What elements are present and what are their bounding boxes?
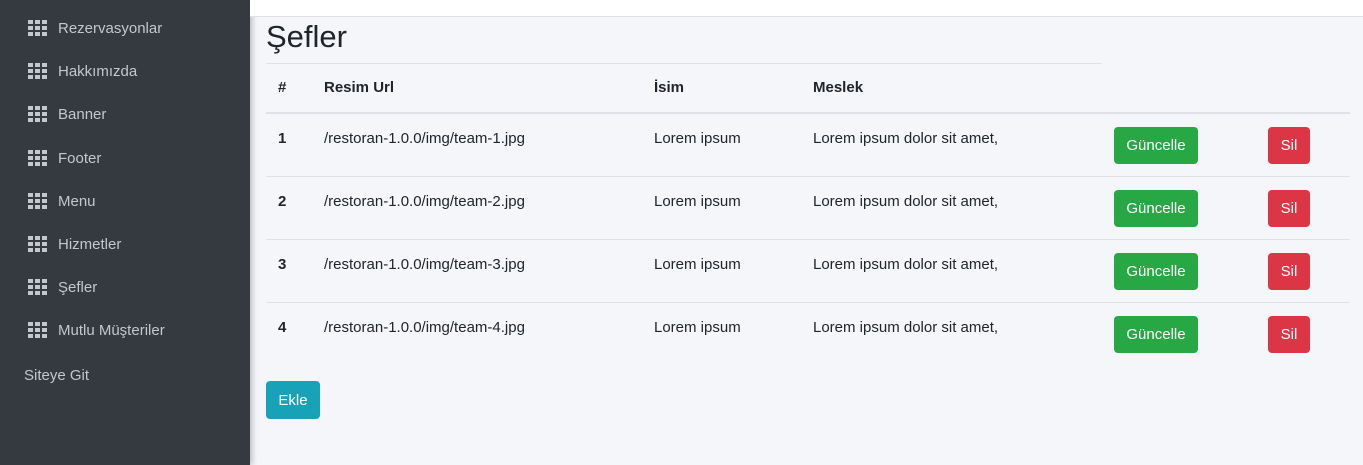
sidebar-item-label: Hizmetler <box>58 235 122 253</box>
row-number: 4 <box>278 319 287 336</box>
row-number: 3 <box>278 256 287 273</box>
top-navbar <box>250 0 1363 17</box>
grid-icon <box>28 149 47 167</box>
sidebar-item-label: Mutlu Müşteriler <box>58 321 165 339</box>
sidebar-item-label: Menu <box>58 192 96 210</box>
image-url-cell: /restoran-1.0.0/img/team-1.jpg <box>324 130 525 147</box>
name-cell: Lorem ipsum <box>654 130 741 147</box>
column-header-image-url: Resim Url <box>324 79 395 96</box>
sidebar: Rezervasyonlar Hakkımızda Banner Footer … <box>0 0 250 465</box>
sidebar-item-banner[interactable]: Banner <box>28 99 106 129</box>
delete-button[interactable]: Sil <box>1268 253 1310 290</box>
job-cell: Lorem ipsum dolor sit amet, <box>813 319 999 336</box>
job-cell: Lorem ipsum dolor sit amet, <box>813 130 999 147</box>
grid-icon <box>28 235 47 253</box>
sidebar-item-label: Şefler <box>58 278 98 296</box>
grid-icon <box>28 62 47 80</box>
image-url-cell: /restoran-1.0.0/img/team-2.jpg <box>324 193 525 210</box>
name-cell: Lorem ipsum <box>654 193 741 210</box>
sidebar-item-label: Hakkımızda <box>58 62 138 80</box>
column-header-name: İsim <box>654 79 685 96</box>
delete-button[interactable]: Sil <box>1268 316 1310 353</box>
update-button[interactable]: Güncelle <box>1114 190 1198 227</box>
sidebar-item-footer[interactable]: Footer <box>28 143 101 173</box>
grid-icon <box>28 321 47 339</box>
sidebar-item-label: Footer <box>58 149 102 167</box>
update-button[interactable]: Güncelle <box>1114 127 1198 164</box>
row-number: 1 <box>278 130 287 147</box>
update-button[interactable]: Güncelle <box>1114 316 1198 353</box>
sidebar-item-hakkimizda[interactable]: Hakkımızda <box>28 56 137 86</box>
sidebar-item-label: Banner <box>58 105 107 123</box>
job-cell: Lorem ipsum dolor sit amet, <box>813 256 999 273</box>
sidebar-item-label: Rezervasyonlar <box>58 19 163 37</box>
add-button[interactable]: Ekle <box>266 381 320 419</box>
delete-button[interactable]: Sil <box>1268 127 1310 164</box>
column-header-number: # <box>278 79 287 96</box>
job-cell: Lorem ipsum dolor sit amet, <box>813 193 999 210</box>
grid-icon <box>28 105 47 123</box>
image-url-cell: /restoran-1.0.0/img/team-3.jpg <box>324 256 525 273</box>
sidebar-item-menu[interactable]: Menu <box>28 186 96 216</box>
table-row: 3 /restoran-1.0.0/img/team-3.jpg Lorem i… <box>266 240 1350 303</box>
row-number: 2 <box>278 193 287 210</box>
table-row: 2 /restoran-1.0.0/img/team-2.jpg Lorem i… <box>266 177 1350 240</box>
table-row: 4 /restoran-1.0.0/img/team-4.jpg Lorem i… <box>266 303 1350 366</box>
table-row: 1 /restoran-1.0.0/img/team-1.jpg Lorem i… <box>266 114 1350 177</box>
sidebar-item-mutlu-musteriler[interactable]: Mutlu Müşteriler <box>28 315 165 345</box>
grid-icon <box>28 278 47 296</box>
page-title: Şefler <box>266 19 347 54</box>
site-link[interactable]: Siteye Git <box>24 362 89 388</box>
sidebar-item-hizmetler[interactable]: Hizmetler <box>28 229 121 259</box>
sidebar-item-rezervasyonlar[interactable]: Rezervasyonlar <box>28 13 162 43</box>
image-url-cell: /restoran-1.0.0/img/team-4.jpg <box>324 319 525 336</box>
update-button[interactable]: Güncelle <box>1114 253 1198 290</box>
column-header-job: Meslek <box>813 79 864 96</box>
name-cell: Lorem ipsum <box>654 256 741 273</box>
grid-icon <box>28 192 47 210</box>
grid-icon <box>28 19 47 37</box>
table-header-top-border <box>266 63 1102 64</box>
delete-button[interactable]: Sil <box>1268 190 1310 227</box>
sidebar-item-sefler[interactable]: Şefler <box>28 272 97 302</box>
name-cell: Lorem ipsum <box>654 319 741 336</box>
